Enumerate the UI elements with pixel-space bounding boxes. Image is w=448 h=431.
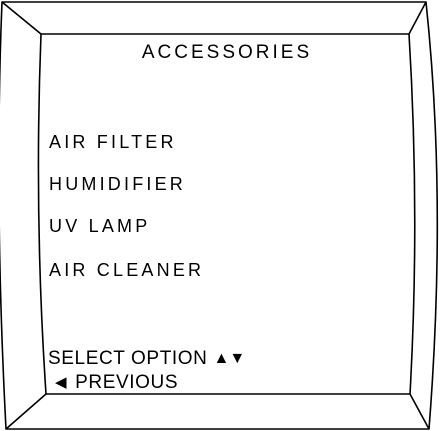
menu-item-air-cleaner[interactable]: AIR CLEANER (49, 260, 204, 281)
menu-item-uv-lamp[interactable]: UV LAMP (49, 216, 150, 237)
menu-item-air-filter[interactable]: AIR FILTER (49, 132, 177, 153)
bezel-corner-bottom-left (5, 393, 47, 430)
bezel-corner-top-left (1, 1, 42, 35)
up-down-arrows-icon: ▲▼ (213, 350, 246, 367)
select-option-label: SELECT OPTION (48, 348, 208, 369)
bezel-corner-bottom-right (409, 393, 430, 430)
previous-label: PREVIOUS (75, 372, 179, 393)
previous-button[interactable]: ◀ PREVIOUS (55, 372, 178, 394)
screen-title: ACCESSORIES (141, 42, 313, 63)
select-option-hint: SELECT OPTION ▲▼ (48, 348, 245, 370)
left-arrow-icon: ◀ (55, 374, 68, 391)
menu-screen: ACCESSORIES AIR FILTER HUMIDIFIER UV LAM… (43, 34, 411, 396)
bezel-corner-top-right (408, 1, 427, 35)
menu-item-humidifier[interactable]: HUMIDIFIER (49, 174, 186, 195)
